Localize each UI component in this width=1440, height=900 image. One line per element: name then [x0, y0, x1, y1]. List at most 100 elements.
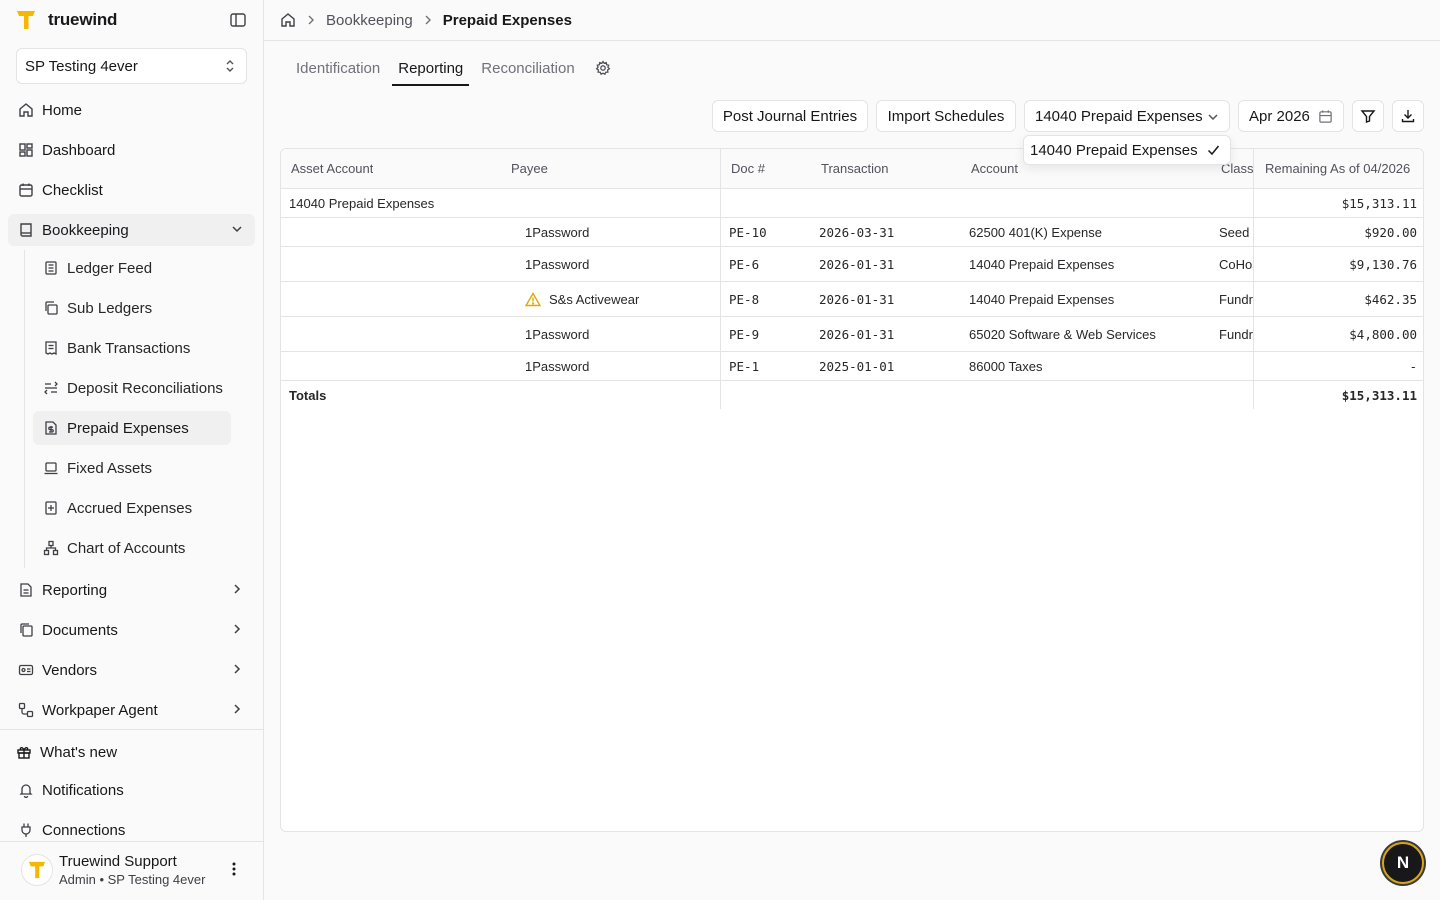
organization-select[interactable]: SP Testing 4ever: [16, 48, 247, 84]
cell-class: Seed Round: [1219, 225, 1253, 240]
account-select-value: 14040 Prepaid Expenses: [1035, 107, 1203, 125]
sidebar: truewind SP Testing 4ever Home Dashboard…: [0, 0, 264, 900]
workflow-icon: [18, 702, 34, 718]
organization-name: SP Testing 4ever: [25, 57, 138, 75]
sidebar-item-ledger-feed[interactable]: Ledger Feed: [33, 251, 231, 285]
column-header-account[interactable]: Account: [971, 161, 1018, 176]
sidebar-item-bank-transactions[interactable]: Bank Transactions: [33, 331, 231, 365]
cell-date: 2026-01-31: [819, 327, 895, 342]
column-header-asset-account[interactable]: Asset Account: [291, 161, 373, 176]
tab-reporting[interactable]: Reporting: [392, 56, 470, 86]
sidebar-item-home[interactable]: Home: [8, 94, 255, 126]
sidebar-divider: [0, 729, 263, 730]
cell-remaining: $920.00: [1364, 225, 1417, 240]
sidebar-item-documents[interactable]: Documents: [8, 614, 255, 646]
sidebar-item-workpaper-agent[interactable]: Workpaper Agent: [8, 694, 255, 726]
sidebar-item-label: Fixed Assets: [67, 459, 153, 477]
cell-account: 14040 Prepaid Expenses: [969, 292, 1115, 307]
cell-remaining: -: [1409, 359, 1417, 374]
download-icon: [1400, 108, 1416, 124]
column-header-payee[interactable]: Payee: [511, 161, 548, 176]
column-header-remaining[interactable]: Remaining As of 04/2026: [1265, 161, 1410, 176]
cell-payee: 1Password: [525, 257, 590, 272]
cell-class: Fundraising: [1219, 292, 1253, 307]
brand[interactable]: truewind: [16, 8, 117, 32]
report-icon: [18, 582, 34, 598]
totals-remaining: $15,313.11: [1341, 388, 1417, 403]
user-role: Admin • SP Testing 4ever: [59, 872, 206, 887]
filter-button[interactable]: [1352, 100, 1384, 132]
check-icon: [1207, 144, 1220, 156]
account-select[interactable]: 14040 Prepaid Expenses: [1024, 100, 1230, 132]
cell-account: 65020 Software & Web Services: [969, 327, 1156, 342]
sidebar-item-label: Sub Ledgers: [67, 299, 153, 317]
column-divider: [720, 149, 721, 409]
chevron-right-icon: [231, 583, 243, 595]
sidebar-item-label: Bookkeeping: [42, 221, 129, 239]
sidebar-item-label: Workpaper Agent: [42, 701, 158, 719]
tab-bar: Identification Reporting Reconciliation: [290, 56, 611, 86]
sidebar-item-fixed-assets[interactable]: Fixed Assets: [33, 451, 231, 485]
assistant-button[interactable]: N: [1382, 842, 1424, 884]
cell-doc: PE-6: [729, 257, 760, 272]
column-header-transaction[interactable]: Transaction: [821, 161, 888, 176]
home-icon[interactable]: [280, 12, 296, 28]
user-profile[interactable]: Truewind Support Admin • SP Testing 4eve…: [0, 842, 263, 900]
period-picker[interactable]: Apr 2026: [1238, 100, 1344, 132]
breadcrumb-bookkeeping[interactable]: Bookkeeping: [326, 12, 413, 29]
cell-payee: 1Password: [525, 327, 590, 342]
group-asset-account: 14040 Prepaid Expenses: [289, 196, 435, 211]
sidebar-item-notifications[interactable]: Notifications: [8, 774, 255, 806]
sidebar-item-deposit-reconciliations[interactable]: Deposit Reconciliations: [33, 371, 231, 405]
chevron-right-icon: [231, 703, 243, 715]
tab-reconciliation[interactable]: Reconciliation: [475, 56, 580, 86]
warning-icon: [525, 292, 541, 307]
tab-identification[interactable]: Identification: [290, 56, 386, 86]
sidebar-item-chart-of-accounts[interactable]: Chart of Accounts: [33, 531, 231, 565]
header-divider: [264, 40, 1440, 41]
cell-doc: PE-10: [729, 225, 767, 240]
cell-doc: PE-8: [729, 292, 760, 307]
sidebar-item-label: Prepaid Expenses: [67, 419, 189, 437]
sidebar-toggle-icon[interactable]: [229, 11, 247, 29]
chevron-right-icon: [306, 15, 316, 25]
main-content: Bookkeeping Prepaid Expenses Identificat…: [264, 0, 1440, 900]
import-schedules-button[interactable]: Import Schedules: [876, 100, 1016, 132]
column-divider: [1253, 149, 1254, 409]
receipt-icon: [43, 340, 59, 356]
gear-icon[interactable]: [595, 56, 611, 76]
sidebar-item-dashboard[interactable]: Dashboard: [8, 134, 255, 166]
prepaid-expenses-table: Asset Account Payee Doc # Transaction Ac…: [280, 148, 1424, 832]
account-dropdown-option[interactable]: 14040 Prepaid Expenses: [1023, 135, 1231, 165]
cell-account: 86000 Taxes: [969, 359, 1043, 374]
user-name: Truewind Support: [59, 853, 177, 870]
sidebar-item-label: Ledger Feed: [67, 259, 153, 277]
dashboard-icon: [18, 142, 34, 158]
sidebar-item-prepaid-expenses[interactable]: Prepaid Expenses: [33, 411, 231, 445]
sidebar-item-accrued-expenses[interactable]: Accrued Expenses: [33, 491, 231, 525]
sidebar-item-reporting[interactable]: Reporting: [8, 574, 255, 606]
download-button[interactable]: [1392, 100, 1424, 132]
sidebar-item-checklist[interactable]: Checklist: [8, 174, 255, 206]
sidebar-item-label: Accrued Expenses: [67, 499, 193, 517]
file-dollar-icon: [43, 420, 59, 436]
cell-date: 2025-01-01: [819, 359, 895, 374]
truewind-logo-icon: [16, 9, 36, 31]
sidebar-item-vendors[interactable]: Vendors: [8, 654, 255, 686]
cell-doc: PE-9: [729, 327, 760, 342]
sidebar-item-label: Dashboard: [42, 141, 116, 159]
more-vertical-icon[interactable]: [228, 861, 240, 877]
chevron-down-icon: [1207, 111, 1219, 123]
dropdown-option-label: 14040 Prepaid Expenses: [1030, 141, 1198, 159]
chevron-right-icon: [231, 623, 243, 635]
column-header-doc[interactable]: Doc #: [731, 161, 765, 176]
sidebar-item-label: Chart of Accounts: [67, 539, 186, 557]
sidebar-item-whats-new[interactable]: What's new: [6, 736, 253, 768]
sidebar-item-bookkeeping[interactable]: Bookkeeping: [8, 214, 255, 246]
post-journal-entries-button[interactable]: Post Journal Entries: [712, 100, 868, 132]
group-remaining: $15,313.11: [1341, 196, 1417, 211]
filter-icon: [1360, 108, 1376, 124]
assistant-initial: N: [1396, 853, 1410, 872]
period-value: Apr 2026: [1249, 107, 1310, 125]
sidebar-item-sub-ledgers[interactable]: Sub Ledgers: [33, 291, 231, 325]
